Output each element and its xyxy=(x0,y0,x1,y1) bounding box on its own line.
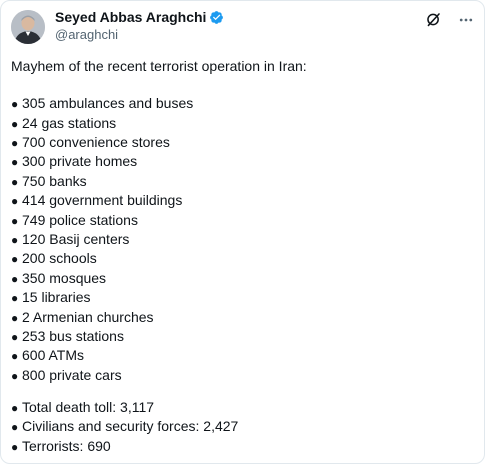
damage-item-text: 700 convenience stores xyxy=(22,133,170,150)
bullet-icon: ● xyxy=(11,232,19,247)
avatar[interactable] xyxy=(11,10,45,44)
damage-item-text: 800 private cars xyxy=(22,366,122,383)
casualty-item: ● Civilians and security forces: 2,427 xyxy=(11,417,474,436)
damage-item: ● 305 ambulances and buses xyxy=(11,94,474,113)
damage-item: ● 414 government buildings xyxy=(11,191,474,210)
damage-list: ● 305 ambulances and buses ● 24 gas station… xyxy=(11,94,474,385)
damage-item-text: 350 mosques xyxy=(22,269,107,286)
damage-item-text: 300 private homes xyxy=(22,153,138,170)
bullet-icon: ● xyxy=(11,97,19,112)
bullet-icon: ● xyxy=(11,420,19,435)
more-icon[interactable] xyxy=(458,12,474,28)
author-name-row: Seyed Abbas Araghchi xyxy=(55,9,224,26)
grok-icon[interactable] xyxy=(425,11,442,28)
casualty-item: ● Total death toll: 3,117 xyxy=(11,398,474,417)
casualty-item-text: Civilians and security forces: 2,427 xyxy=(22,418,239,435)
bullet-icon: ● xyxy=(11,291,19,306)
tweet-card: Seyed Abbas Araghchi @araghchi Mayhem of… xyxy=(0,0,485,464)
bullet-icon: ● xyxy=(11,135,19,150)
damage-item-text: 15 libraries xyxy=(22,289,91,306)
tweet-header: Seyed Abbas Araghchi @araghchi xyxy=(11,9,474,51)
bullet-icon: ● xyxy=(11,174,19,189)
damage-item-text: 305 ambulances and buses xyxy=(22,95,194,112)
bullet-icon: ● xyxy=(11,439,19,454)
damage-item: ● 253 bus stations xyxy=(11,327,474,346)
damage-item-text: 600 ATMs xyxy=(22,347,84,364)
bullet-icon: ● xyxy=(11,271,19,286)
bullet-icon: ● xyxy=(11,368,19,383)
damage-item-text: 414 government buildings xyxy=(22,192,183,209)
tweet-intro: Mayhem of the recent terrorist operation… xyxy=(11,58,307,74)
author-names: Seyed Abbas Araghchi @araghchi xyxy=(55,9,224,43)
bullet-icon: ● xyxy=(11,155,19,170)
bullet-icon: ● xyxy=(11,252,19,267)
bullet-icon: ● xyxy=(11,116,19,131)
damage-item: ● 700 convenience stores xyxy=(11,133,474,152)
list-gap xyxy=(11,385,474,398)
casualty-item-text: Terrorists: 690 xyxy=(22,437,111,454)
author-handle[interactable]: @araghchi xyxy=(55,26,224,43)
damage-item: ● 15 libraries xyxy=(11,288,474,307)
damage-item: ● 350 mosques xyxy=(11,269,474,288)
bullet-icon: ● xyxy=(11,310,19,325)
casualty-list: ● Total death toll: 3,117 ● Civilians and s… xyxy=(11,398,474,456)
bullet-icon: ● xyxy=(11,213,19,228)
damage-item: ● 750 banks xyxy=(11,172,474,191)
damage-item: ● 300 private homes xyxy=(11,152,474,171)
bullet-icon: ● xyxy=(11,401,19,416)
damage-item: ● 120 Basij centers xyxy=(11,230,474,249)
damage-item: ● 600 ATMs xyxy=(11,346,474,365)
damage-item: ● 749 police stations xyxy=(11,211,474,230)
damage-item: ● 2 Armenian churches xyxy=(11,308,474,327)
bullet-icon: ● xyxy=(11,349,19,364)
damage-item: ● 200 schools xyxy=(11,249,474,268)
damage-item-text: 24 gas stations xyxy=(22,114,117,131)
author-display-name[interactable]: Seyed Abbas Araghchi xyxy=(55,9,206,26)
casualty-item: ● Terrorists: 690 xyxy=(11,437,474,456)
damage-item-text: 253 bus stations xyxy=(22,327,124,344)
casualty-item-text: Total death toll: 3,117 xyxy=(22,399,155,416)
damage-item: ● 24 gas stations xyxy=(11,114,474,133)
damage-item: ● 800 private cars xyxy=(11,366,474,385)
bullet-icon: ● xyxy=(11,329,19,344)
damage-item-text: 200 schools xyxy=(22,250,97,267)
damage-item-text: 120 Basij centers xyxy=(22,230,130,247)
tweet-text: Mayhem of the recent terrorist operation… xyxy=(11,57,474,456)
header-actions xyxy=(425,9,474,28)
bullet-icon: ● xyxy=(11,194,19,209)
verified-badge-icon xyxy=(209,10,224,25)
damage-item-text: 2 Armenian churches xyxy=(22,308,154,325)
damage-item-text: 750 banks xyxy=(22,172,87,189)
damage-item-text: 749 police stations xyxy=(22,211,138,228)
